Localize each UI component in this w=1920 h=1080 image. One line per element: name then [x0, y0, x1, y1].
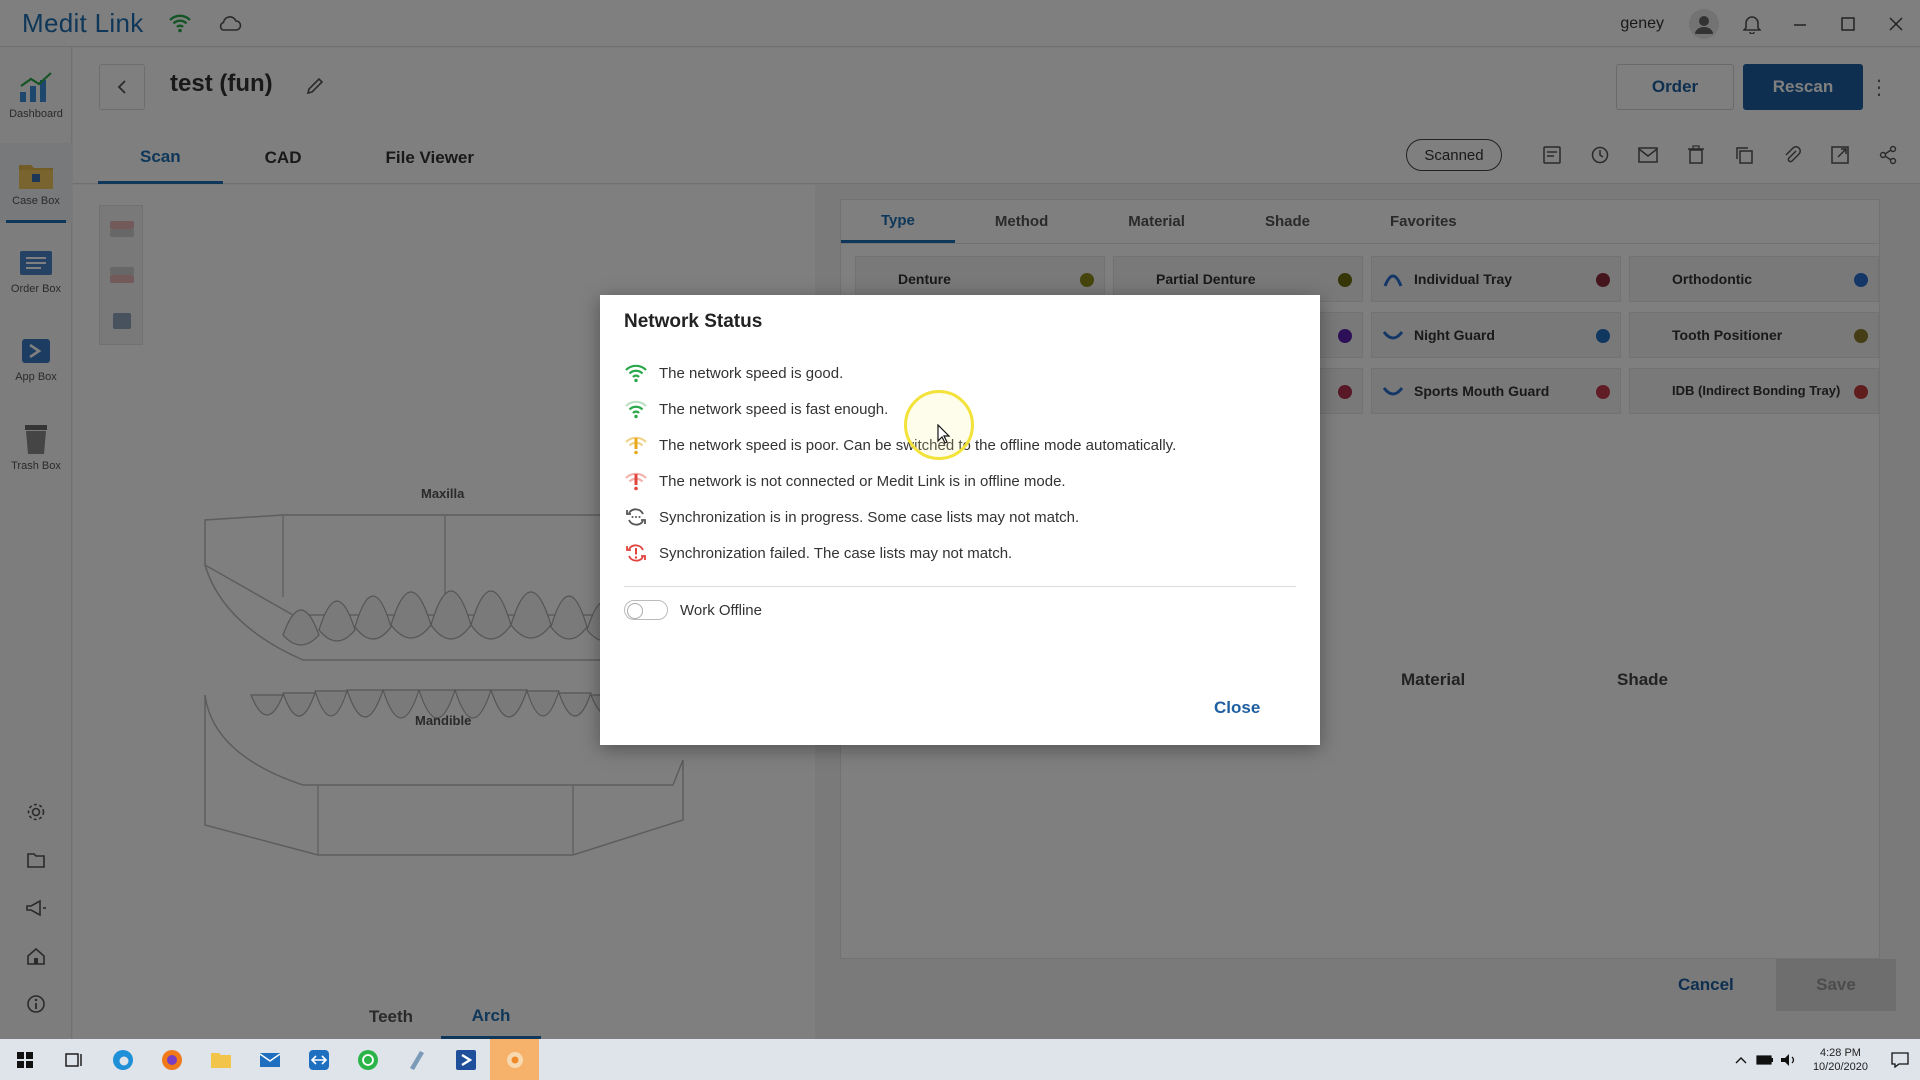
battery-icon[interactable] [1753, 1039, 1777, 1080]
status-text: Synchronization is in progress. Some cas… [659, 508, 1080, 526]
work-offline-row: Work Offline [624, 600, 762, 620]
status-text: The network speed is good. [659, 364, 844, 382]
network-status-dialog: Network Status The network speed is good… [600, 295, 1320, 745]
status-text: Synchronization failed. The case lists m… [659, 544, 1013, 562]
status-row-sync-failed: Synchronization failed. The case lists m… [624, 539, 1012, 567]
work-offline-toggle[interactable] [624, 600, 668, 620]
sync-failed-icon [624, 541, 648, 565]
wifi-offline-icon [624, 469, 648, 493]
mouse-pointer-icon [937, 423, 951, 449]
dialog-divider [624, 586, 1296, 587]
wifi-poor-icon [624, 433, 648, 457]
start-windows-icon[interactable] [0, 1039, 49, 1080]
dialog-title: Network Status [624, 311, 763, 332]
clock-date: 10/20/2020 [1812, 1060, 1868, 1073]
whatsapp-icon[interactable] [343, 1039, 392, 1080]
wifi-good-icon [624, 361, 648, 385]
teamviewer-icon[interactable] [294, 1039, 343, 1080]
status-row-good: The network speed is good. [624, 359, 843, 387]
status-row-sync-progress: Synchronization is in progress. Some cas… [624, 503, 1079, 531]
status-text: The network speed is fast enough. [659, 400, 889, 418]
close-button[interactable]: Close [1214, 698, 1260, 718]
mail-app-icon[interactable] [245, 1039, 294, 1080]
work-offline-label: Work Offline [680, 601, 762, 619]
task-view-icon[interactable] [49, 1039, 98, 1080]
firefox-icon[interactable] [147, 1039, 196, 1080]
system-tray: 4:28 PM 10/20/2020 [1729, 1039, 1920, 1080]
system-clock[interactable]: 4:28 PM 10/20/2020 [1813, 1046, 1868, 1074]
status-row-poor: The network speed is poor. Can be switch… [624, 431, 1176, 459]
file-explorer-icon[interactable] [196, 1039, 245, 1080]
recorder-app-icon[interactable] [490, 1039, 539, 1080]
status-row-offline: The network is not connected or Medit Li… [624, 467, 1066, 495]
chevron-up-icon[interactable] [1729, 1039, 1753, 1080]
notification-center-icon[interactable] [1880, 1039, 1920, 1080]
status-row-fast: The network speed is fast enough. [624, 395, 888, 423]
wifi-fast-icon [624, 397, 648, 421]
medit-link-app-icon[interactable] [441, 1039, 490, 1080]
sync-progress-icon [624, 505, 648, 529]
taskbar: 4:28 PM 10/20/2020 [0, 1039, 1920, 1080]
volume-icon[interactable] [1777, 1039, 1801, 1080]
scanner-app-icon[interactable] [392, 1039, 441, 1080]
status-text: The network is not connected or Medit Li… [659, 472, 1066, 490]
clock-time: 4:28 PM [1819, 1046, 1861, 1059]
edge-browser-icon[interactable] [98, 1039, 147, 1080]
